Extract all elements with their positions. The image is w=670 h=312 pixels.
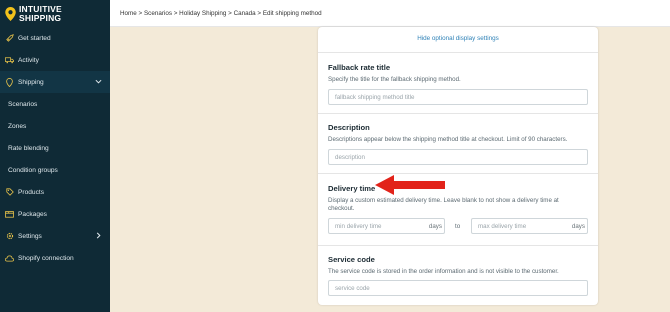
tag-icon — [5, 188, 14, 197]
service-code-section: Service code The service code is stored … — [318, 245, 598, 305]
breadcrumb: Home > Scenarios > Holiday Shipping > Ca… — [110, 0, 670, 27]
rocket-icon — [5, 34, 14, 43]
description-input[interactable]: description — [328, 149, 588, 165]
hide-optional-settings-link[interactable]: Hide optional display settings — [318, 35, 598, 42]
sidebar-item-shipping[interactable]: Shipping — [0, 71, 110, 93]
chevron-right-icon — [96, 232, 101, 239]
sidebar-item-label: Products — [18, 188, 45, 196]
breadcrumb-text[interactable]: Home > Scenarios > Holiday Shipping > Ca… — [120, 10, 322, 17]
sidebar-item-label: Shipping — [18, 78, 44, 86]
fallback-rate-help: Specify the title for the fallback shipp… — [328, 76, 461, 83]
sidebar-item-label: Packages — [18, 210, 47, 218]
sidebar: INTUITIVE SHIPPING Get started Activity … — [0, 0, 110, 312]
fallback-rate-input[interactable]: fallback shipping method title — [328, 89, 588, 105]
sidebar-item-label: Scenarios — [8, 100, 38, 108]
shipping-method-form: Hide optional display settings Fallback … — [318, 27, 598, 305]
sidebar-item-label: Rate blending — [8, 144, 49, 152]
sidebar-item-shopify-connection[interactable]: Shopify connection — [0, 247, 110, 269]
map-pin-logo-icon — [5, 6, 16, 21]
delivery-time-section: Delivery time Display a custom estimated… — [318, 173, 598, 245]
delivery-time-title: Delivery time — [328, 184, 376, 193]
delivery-time-help: Display a custom estimated delivery time… — [328, 197, 559, 212]
description-help: Descriptions appear below the shipping m… — [328, 136, 568, 143]
sidebar-item-settings[interactable]: Settings — [0, 225, 110, 247]
description-section: Description Descriptions appear below th… — [318, 113, 598, 173]
sidebar-nav: Get started Activity Shipping Scenarios … — [0, 27, 110, 269]
sidebar-item-condition-groups[interactable]: Condition groups — [0, 159, 110, 181]
description-placeholder: description — [335, 153, 365, 161]
sidebar-item-get-started[interactable]: Get started — [0, 27, 110, 49]
max-delivery-placeholder: max delivery time — [478, 222, 527, 230]
service-code-help: The service code is stored in the order … — [328, 268, 559, 275]
sidebar-item-label: Get started — [18, 34, 51, 42]
min-delivery-time-input[interactable]: min delivery time days — [328, 218, 445, 234]
max-delivery-days-suffix: days — [571, 223, 585, 230]
min-delivery-placeholder: min delivery time — [335, 222, 382, 230]
sidebar-item-products[interactable]: Products — [0, 181, 110, 203]
sidebar-item-label: Shopify connection — [18, 254, 74, 262]
map-pin-icon — [5, 77, 14, 87]
service-code-title: Service code — [328, 255, 375, 264]
brand-logo[interactable]: INTUITIVE SHIPPING — [0, 0, 110, 27]
max-delivery-time-input[interactable]: max delivery time days — [471, 218, 588, 234]
sidebar-item-packages[interactable]: Packages — [0, 203, 110, 225]
truck-icon — [5, 56, 14, 65]
gear-icon — [5, 232, 14, 241]
sidebar-item-rate-blending[interactable]: Rate blending — [0, 137, 110, 159]
fallback-rate-placeholder: fallback shipping method title — [335, 93, 415, 101]
sidebar-item-activity[interactable]: Activity — [0, 49, 110, 71]
sidebar-item-scenarios[interactable]: Scenarios — [0, 93, 110, 115]
min-delivery-days-suffix: days — [428, 223, 442, 230]
sidebar-item-label: Condition groups — [8, 166, 58, 174]
cloud-icon — [5, 254, 14, 263]
description-title: Description — [328, 123, 370, 132]
box-icon — [5, 210, 14, 219]
brand-line-2: SHIPPING — [19, 12, 62, 23]
brand-name: INTUITIVE SHIPPING — [19, 5, 62, 22]
service-code-input[interactable]: service code — [328, 280, 588, 296]
sidebar-item-zones[interactable]: Zones — [0, 115, 110, 137]
red-arrow-annotation — [375, 175, 445, 195]
service-code-placeholder: service code — [335, 284, 370, 292]
sidebar-item-label: Activity — [18, 56, 39, 64]
sidebar-item-label: Settings — [18, 232, 42, 240]
sidebar-item-label: Zones — [8, 122, 27, 130]
chevron-down-icon — [95, 79, 102, 84]
delivery-range-to-label: to — [455, 223, 461, 230]
fallback-rate-title: Fallback rate title — [328, 63, 391, 72]
